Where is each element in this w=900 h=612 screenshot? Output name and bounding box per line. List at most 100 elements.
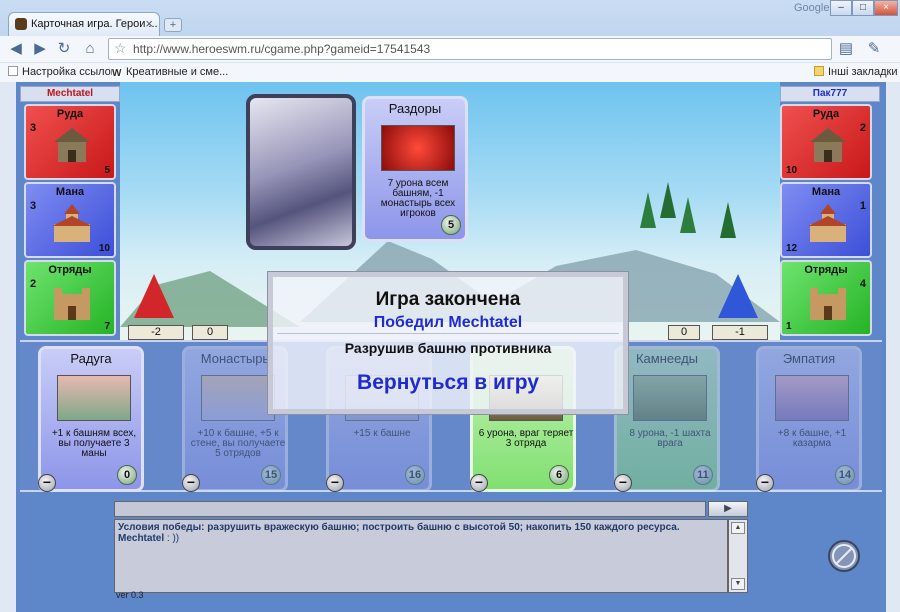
discard-card-4-button[interactable]: − <box>470 474 488 492</box>
discard-card-6-button[interactable]: − <box>756 474 774 492</box>
forward-icon[interactable]: ▶ <box>30 39 50 59</box>
chat-text: : )) <box>166 533 180 544</box>
card-title: Эмпатия <box>782 351 836 366</box>
right-player-name: Пак777 <box>780 86 880 102</box>
card-cost: 11 <box>693 465 713 485</box>
chat-input[interactable] <box>114 501 706 517</box>
folder-icon <box>814 66 824 76</box>
card-cost: 15 <box>261 465 281 485</box>
resource-count: 3 <box>30 200 37 212</box>
resource-count: 2 <box>859 122 866 134</box>
card-description: +15 к башне <box>353 428 411 439</box>
maximize-button[interactable]: □ <box>852 0 874 16</box>
hand-card-5[interactable]: Камнееды 8 урона, -1 шахта врага 11 <box>614 346 720 492</box>
sound-toggle-icon[interactable] <box>828 540 860 572</box>
resource-count: 3 <box>30 122 37 134</box>
home-icon[interactable]: ⌂ <box>80 39 100 59</box>
barracks-icon <box>806 280 850 324</box>
card-description: +8 к башне, +1 казарма <box>777 428 847 449</box>
hand-card-1[interactable]: Радуга +1 к башням всех, вы получаете 3 … <box>38 346 144 492</box>
close-window-button[interactable]: × <box>874 0 898 16</box>
bookmarks-bar: Настройка ссылок W Креативные и сме... Ін… <box>0 62 900 82</box>
chat-message: Mechtatel : )) <box>118 533 724 544</box>
resource-count: 1 <box>859 200 866 212</box>
other-bookmarks[interactable]: Інші закладки <box>814 66 897 78</box>
card-cost: 5 <box>441 215 461 235</box>
resource-production: 12 <box>786 243 798 254</box>
resource-label: Мана <box>811 186 841 198</box>
browser-brand: Google <box>794 2 830 14</box>
card-title: Радуга <box>70 351 112 366</box>
card-description: +1 к башням всех, вы получаете 3 маны <box>51 428 137 459</box>
card-image <box>57 375 131 421</box>
send-arrow-icon: ▶ <box>724 503 732 514</box>
card-description: 7 урона всем башням, -1 монастырь всех и… <box>380 178 456 219</box>
tree-shape <box>680 197 696 233</box>
hand-card-6[interactable]: Эмпатия +8 к башне, +1 казарма 14 <box>756 346 862 492</box>
resource-production: 10 <box>786 165 798 176</box>
card-image <box>775 375 849 421</box>
monastery-icon <box>50 202 94 246</box>
bookmark-label: Настройка ссылок <box>22 66 116 78</box>
discard-card-5-button[interactable]: − <box>614 474 632 492</box>
game-area: Mechtatel Руда 3 5 Мана 3 10 Отряды 2 7 … <box>16 82 886 612</box>
card-title: Камнееды <box>635 351 699 366</box>
played-card: Раздоры 7 урона всем башням, -1 монастыр… <box>362 96 468 242</box>
tab-close-icon[interactable]: × <box>145 16 153 31</box>
dialog-divider <box>277 333 619 334</box>
chat-scrollbar[interactable]: ▲ ▼ <box>728 519 748 593</box>
discard-card-1-button[interactable]: − <box>38 474 56 492</box>
card-image <box>381 125 455 171</box>
bookmark-settings[interactable]: Настройка ссылок <box>8 66 116 78</box>
bookmark-creative[interactable]: W Креативные и сме... <box>112 66 228 79</box>
resource-count: 4 <box>859 278 866 290</box>
scroll-up-icon[interactable]: ▲ <box>731 522 745 534</box>
winner-text: Победил Mechtatel <box>373 314 523 331</box>
barracks-icon <box>50 280 94 324</box>
return-to-game-link[interactable]: Вернуться в игру <box>273 371 623 395</box>
chat-user: Mechtatel <box>118 533 165 544</box>
right-tower-icon <box>718 274 758 318</box>
w-site-icon: W <box>112 68 122 79</box>
card-description: 8 урона, -1 шахта врага <box>629 428 711 449</box>
left-tower-change: -2 <box>128 325 184 340</box>
resource-production: 7 <box>104 321 110 332</box>
resource-count: 2 <box>30 278 37 290</box>
card-image <box>201 375 275 421</box>
card-cost: 6 <box>549 465 569 485</box>
left-wall-change: 0 <box>192 325 228 340</box>
resource-label: Отряды <box>48 264 92 276</box>
left-player-name: Mechtatel <box>20 86 120 102</box>
victory-conditions: Условия победы: разрушить вражескую башн… <box>118 522 680 533</box>
tab-title: Карточная игра. Герои ... <box>31 18 158 30</box>
new-tab-button[interactable]: + <box>164 18 182 32</box>
bookmark-label: Інші закладки <box>828 66 898 78</box>
tree-shape <box>640 192 656 228</box>
back-icon[interactable]: ◀ <box>6 39 26 59</box>
dialog-title: Игра закончена <box>375 289 521 310</box>
card-title: Раздоры <box>388 101 442 116</box>
card-image <box>633 375 707 421</box>
scroll-down-icon[interactable]: ▼ <box>731 578 745 590</box>
monastery-icon <box>806 202 850 246</box>
discard-card-2-button[interactable]: − <box>182 474 200 492</box>
favicon-icon <box>15 18 27 30</box>
browser-tab[interactable]: Карточная игра. Герои ... × <box>8 12 160 36</box>
send-button[interactable]: ▶ <box>708 501 748 517</box>
address-bar[interactable]: ☆ http://www.heroeswm.ru/cgame.php?gamei… <box>108 38 832 60</box>
discard-card-3-button[interactable]: − <box>326 474 344 492</box>
resource-production: 10 <box>98 243 110 254</box>
reload-icon[interactable]: ↻ <box>54 39 74 59</box>
page-icon <box>8 66 18 76</box>
bookmark-star-icon[interactable]: ☆ <box>114 40 127 57</box>
version-label: ver 0.3 <box>116 590 144 600</box>
card-description: 6 урона, враг теряет 3 отряда <box>478 428 574 449</box>
minimize-button[interactable]: – <box>830 0 852 16</box>
page-menu-icon[interactable]: ▤ <box>836 39 856 59</box>
ore-mine-icon <box>50 124 94 168</box>
right-troops-panel: Отряды 4 1 <box>780 260 872 336</box>
left-troops-panel: Отряды 2 7 <box>24 260 116 336</box>
resource-production: 1 <box>786 321 792 332</box>
right-ore-panel: Руда 2 10 <box>780 104 872 180</box>
wrench-menu-icon[interactable]: ✎ <box>864 39 884 59</box>
